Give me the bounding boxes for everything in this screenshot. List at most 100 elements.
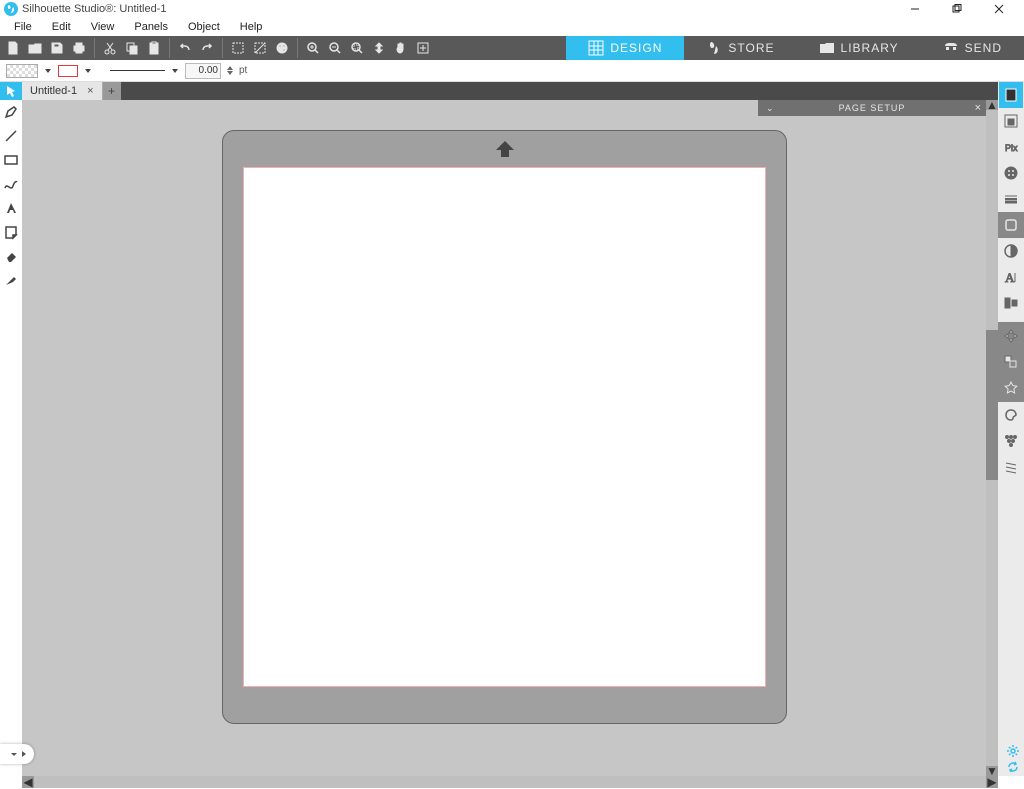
line-style-button[interactable] (999, 186, 1023, 212)
caret-right-icon (22, 751, 26, 757)
cut-button[interactable] (99, 37, 121, 59)
paste-button[interactable] (143, 37, 165, 59)
knife-tool[interactable] (0, 268, 22, 292)
edit-points-tool[interactable] (0, 100, 22, 124)
text-style-button[interactable]: A (999, 264, 1023, 290)
transform-button[interactable] (999, 323, 1023, 349)
redo-button[interactable] (196, 37, 218, 59)
download-indicator[interactable] (0, 744, 34, 764)
image-effects-button[interactable]: Pix (999, 134, 1023, 160)
zoom-out-button[interactable] (324, 37, 346, 59)
add-tab-button[interactable]: + (103, 82, 121, 100)
save-button[interactable] (46, 37, 68, 59)
menu-object[interactable]: Object (178, 21, 230, 33)
align-button[interactable] (999, 290, 1023, 316)
sketch-button[interactable] (999, 454, 1023, 480)
media-page (243, 167, 766, 687)
note-tool[interactable] (0, 220, 22, 244)
scroll-up-icon[interactable]: ▲ (986, 100, 998, 110)
left-toolbar (0, 100, 22, 776)
line-color-dropdown-icon[interactable] (85, 69, 91, 73)
sticker-button[interactable] (999, 402, 1023, 428)
cut-border (243, 167, 766, 687)
document-tab[interactable]: Untitled-1 × (22, 82, 103, 100)
rhinestone-button[interactable] (999, 428, 1023, 454)
maximize-button[interactable] (936, 0, 978, 18)
nav-library[interactable]: LIBRARY (797, 36, 921, 60)
contrast-button[interactable] (999, 238, 1023, 264)
zoom-selection-button[interactable] (346, 37, 368, 59)
close-button[interactable] (978, 0, 1020, 18)
scroll-right-icon[interactable]: ▶ (986, 776, 998, 788)
modify-button[interactable] (999, 375, 1023, 401)
nav-design-label: DESIGN (610, 41, 662, 55)
fill-swatch[interactable] (6, 64, 38, 78)
line-weight-stepper[interactable] (227, 66, 233, 75)
fill-dropdown-icon[interactable] (45, 69, 51, 73)
document-tabstrip: Untitled-1 × + (0, 82, 1024, 100)
cutting-mat (222, 130, 787, 724)
main-toolbar: DESIGN STORE LIBRARY SEND (0, 36, 1024, 60)
vertical-scrollbar[interactable]: ▲ ▼ (986, 100, 998, 776)
menubar: File Edit View Panels Object Help (0, 18, 1024, 36)
pixscan-button[interactable] (999, 108, 1023, 134)
line-style-dropdown-icon[interactable] (172, 69, 178, 73)
right-toolbar: Pix A (998, 82, 1024, 776)
replicate-button[interactable] (999, 349, 1023, 375)
freehand-tool[interactable] (0, 172, 22, 196)
nav-design[interactable]: DESIGN (566, 36, 684, 60)
line-tool[interactable] (0, 124, 22, 148)
scroll-left-icon[interactable]: ◀ (22, 776, 34, 788)
new-file-button[interactable] (2, 37, 24, 59)
nav-store[interactable]: STORE (684, 36, 796, 60)
nav-store-label: STORE (728, 41, 774, 55)
page-setup-panel-header[interactable]: ⌄ PAGE SETUP × (758, 100, 986, 116)
page-setup-button[interactable] (999, 82, 1023, 108)
titlebar: Silhouette Studio®: Untitled-1 (0, 0, 1024, 18)
menu-panels[interactable]: Panels (124, 21, 178, 33)
menu-edit[interactable]: Edit (42, 21, 81, 33)
center-button[interactable] (412, 37, 434, 59)
copy-button[interactable] (121, 37, 143, 59)
app-logo-icon (4, 2, 18, 16)
pan-button[interactable] (390, 37, 412, 59)
panel-title: PAGE SETUP (758, 103, 986, 113)
eraser-tool[interactable] (0, 244, 22, 268)
close-tab-icon[interactable]: × (87, 85, 93, 97)
nav-send-label: SEND (965, 41, 1002, 55)
open-file-button[interactable] (24, 37, 46, 59)
print-button[interactable] (68, 37, 90, 59)
canvas-workspace[interactable] (22, 100, 998, 776)
feed-direction-icon (492, 139, 518, 162)
menu-view[interactable]: View (81, 21, 125, 33)
grid-icon (588, 40, 604, 56)
deselect-button[interactable] (249, 37, 271, 59)
transform-group (998, 322, 1024, 402)
fill-panel-button[interactable] (999, 160, 1023, 186)
trace-button[interactable] (998, 212, 1024, 238)
horizontal-scrollbar[interactable]: ◀ ▶ (22, 776, 998, 788)
line-style-preview[interactable] (110, 70, 165, 71)
document-tab-label: Untitled-1 (30, 85, 77, 97)
nav-send[interactable]: SEND (921, 36, 1024, 60)
preferences-icon[interactable] (1006, 744, 1020, 758)
undo-button[interactable] (174, 37, 196, 59)
color-picker-button[interactable] (271, 37, 293, 59)
sync-icon[interactable] (1006, 760, 1020, 774)
rectangle-tool[interactable] (0, 148, 22, 172)
zoom-in-button[interactable] (302, 37, 324, 59)
text-tool[interactable] (0, 196, 22, 220)
window-title: Silhouette Studio®: Untitled-1 (22, 3, 894, 15)
line-color-swatch[interactable] (58, 65, 78, 77)
minimize-button[interactable] (894, 0, 936, 18)
select-tool-button[interactable] (0, 82, 22, 100)
nav-library-label: LIBRARY (841, 41, 899, 55)
line-weight-input[interactable]: 0.00 (185, 63, 221, 79)
select-all-button[interactable] (227, 37, 249, 59)
menu-help[interactable]: Help (230, 21, 273, 33)
phone-icon (943, 40, 959, 56)
vscroll-thumb[interactable] (986, 330, 998, 480)
menu-file[interactable]: File (4, 21, 42, 33)
properties-toolbar: 0.00 pt (0, 60, 1024, 82)
fit-page-button[interactable] (368, 37, 390, 59)
